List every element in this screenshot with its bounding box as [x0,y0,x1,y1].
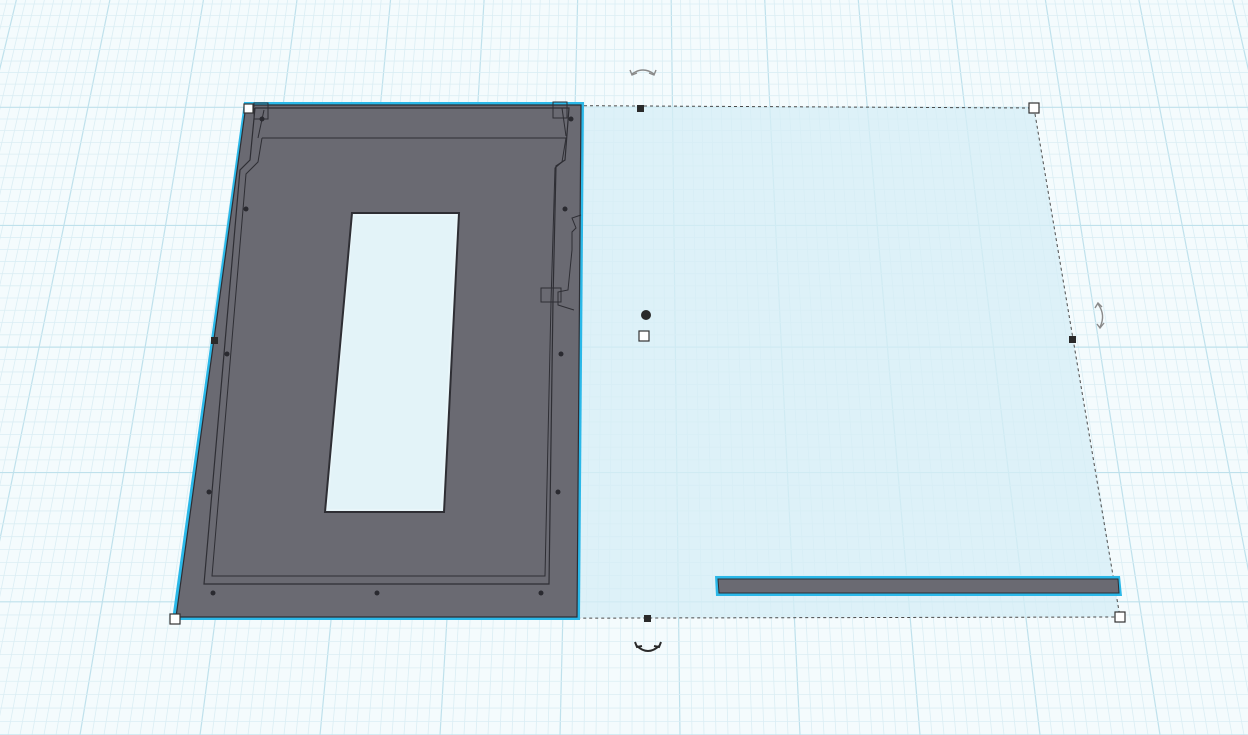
frame-plate[interactable] [172,101,584,620]
height-handle[interactable] [641,310,651,320]
thin-bar[interactable] [715,576,1122,596]
workplane-canvas[interactable] [0,0,1248,735]
corner-handle-top-right[interactable] [1028,102,1040,114]
corner-handle-bottom-right[interactable] [1114,611,1126,623]
rotate-bottom-icon[interactable] [634,641,662,652]
edge-handle-left[interactable] [211,337,218,344]
edge-handle-top[interactable] [637,105,644,112]
edge-handle-bottom[interactable] [644,615,651,622]
edge-handle-right[interactable] [1069,336,1076,343]
elevation-handle[interactable] [638,330,650,342]
corner-handle-bottom-left[interactable] [169,613,181,625]
corner-handle-top-left[interactable] [243,103,254,114]
